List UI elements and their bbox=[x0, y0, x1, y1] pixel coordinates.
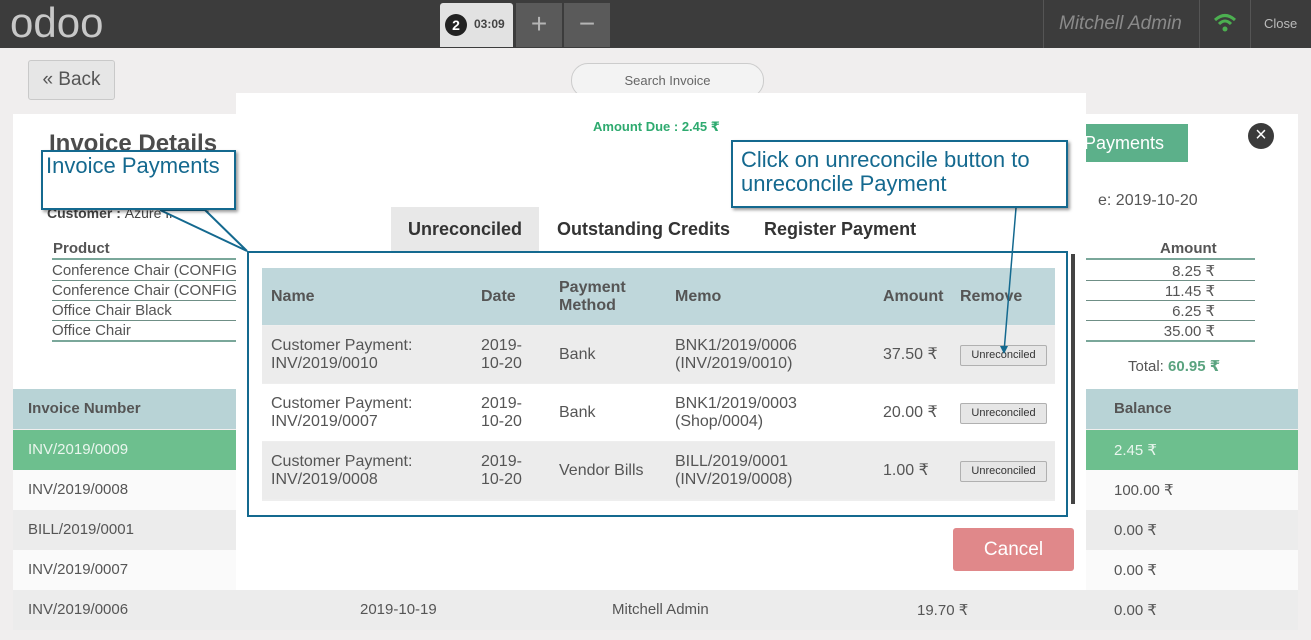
callout-pointers bbox=[159, 207, 1017, 354]
unreconcile-hint-callout: Click on unreconcile button to unreconci… bbox=[731, 140, 1068, 208]
arrow-head-icon bbox=[1000, 346, 1008, 354]
invoice-payments-callout: Invoice Payments bbox=[41, 150, 236, 210]
callout-pointer bbox=[159, 209, 248, 252]
arrow-line bbox=[1003, 207, 1017, 353]
